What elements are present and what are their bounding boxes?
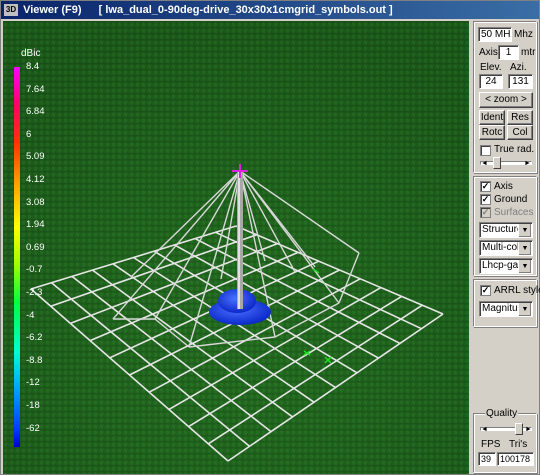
- elevation-label: Elev.: [480, 62, 502, 73]
- title-bar[interactable]: 3D Viewer (F9) [ lwa_dual_0-90deg-drive_…: [1, 1, 539, 19]
- structure-select[interactable]: Structure ▼: [479, 222, 533, 238]
- legend-tick-label: -62: [26, 422, 40, 434]
- tris-label: Tri's: [509, 439, 528, 450]
- fps-label: FPS: [481, 439, 501, 450]
- arrl-style-label: ARRL style: [494, 285, 540, 296]
- magnitude-select[interactable]: Magnitud ▼: [479, 301, 533, 317]
- rotc-button[interactable]: Rotc: [479, 125, 505, 140]
- zoom-label: zoom: [493, 94, 519, 105]
- true-rad-checkbox[interactable]: [480, 145, 491, 156]
- legend-tick-label: -8.8: [26, 354, 43, 366]
- legend-tick-label: 3.08: [26, 196, 45, 208]
- azimuth-label: Azi.: [510, 62, 527, 73]
- axis-checkbox[interactable]: ✓: [480, 181, 491, 192]
- true-rad-slider-thumb[interactable]: [493, 157, 501, 169]
- legend-tick-label: -0.7: [26, 264, 43, 276]
- app-icon: 3D: [4, 4, 18, 16]
- axis-length-field[interactable]: 1: [498, 45, 519, 60]
- legend-unit: dBic: [21, 48, 41, 59]
- viewer-window: 3D Viewer (F9) [ lwa_dual_0-90deg-drive_…: [0, 0, 540, 475]
- legend-tick-label: -18: [26, 400, 40, 411]
- axis-length-label: Axis: [479, 47, 498, 58]
- legend-tick-label: 5.09: [26, 151, 45, 163]
- check-icon: ✓: [481, 207, 490, 217]
- slider-arrow-icon[interactable]: ►: [525, 424, 532, 436]
- magnitude-select-value: Magnitud: [482, 303, 524, 314]
- file-name: [ lwa_dual_0-90deg-drive_30x30x1cmgrid_s…: [98, 4, 393, 16]
- quality-label: Quality: [485, 408, 519, 420]
- check-icon: ✓: [481, 194, 490, 204]
- structure-select-value: Structure: [482, 224, 523, 235]
- quality-slider-thumb[interactable]: [515, 423, 523, 435]
- legend-tick-label: 1.94: [26, 219, 45, 231]
- check-icon: ✓: [481, 181, 490, 191]
- zoom-control[interactable]: < zoom >: [479, 92, 533, 108]
- window-title: Viewer (F9): [23, 4, 82, 16]
- res-button[interactable]: Res: [507, 110, 533, 125]
- antenna-mast-highlight: [238, 171, 240, 309]
- legend-tick-label: 7.64: [26, 83, 45, 95]
- check-icon: ✓: [481, 285, 490, 295]
- dropdown-arrow-icon[interactable]: ▼: [518, 260, 531, 273]
- surfaces-checkbox[interactable]: ✓: [480, 207, 491, 218]
- color-scale-bar: [14, 67, 20, 447]
- slider-arrow-icon[interactable]: ◄: [481, 158, 488, 170]
- dropdown-arrow-icon[interactable]: ▼: [518, 224, 531, 237]
- dropdown-arrow-icon[interactable]: ▼: [518, 303, 531, 316]
- ground-checkbox[interactable]: ✓: [480, 194, 491, 205]
- slider-arrow-icon[interactable]: ◄: [481, 424, 488, 436]
- dropdown-arrow-icon[interactable]: ▼: [518, 242, 531, 255]
- legend-tick-label: 4.12: [26, 174, 45, 185]
- control-panel: 50 MHz Mhz Axis 1 mtr Elev. Azi. 24 131 …: [473, 21, 540, 474]
- tris-value: 100178: [497, 452, 534, 466]
- surfaces-checkbox-label: Surfaces: [494, 207, 534, 218]
- legend-tick-label: -12: [26, 377, 40, 389]
- axis-checkbox-label: Axis: [494, 181, 513, 192]
- ground-checkbox-label: Ground: [494, 194, 528, 205]
- 3d-viewport[interactable]: dBic 8.4 7.64 6.84 6 5.09 4.12 3.08 1.94 0.69 -0.…: [3, 21, 469, 474]
- ground-texture: [3, 21, 469, 474]
- legend-tick-label: 8.4: [26, 61, 40, 72]
- color-mode-select[interactable]: Multi-colo ▼: [479, 240, 533, 256]
- legend-tick-label: -2.3: [26, 287, 43, 298]
- scene-canvas: [3, 21, 469, 474]
- ident-button[interactable]: Ident: [479, 110, 505, 125]
- legend-tick-label: 6: [26, 128, 32, 140]
- frequency-field[interactable]: 50 MHz: [478, 27, 512, 42]
- fps-value: 39: [478, 452, 496, 466]
- legend-tick-label: 6.84: [26, 106, 45, 118]
- legend-tick-label: -6.2: [26, 332, 43, 344]
- slider-arrow-icon[interactable]: ►: [524, 158, 531, 170]
- elevation-field[interactable]: 24: [479, 74, 503, 89]
- col-button[interactable]: Col: [507, 125, 533, 140]
- zoom-in-button[interactable]: >: [521, 94, 527, 105]
- axis-length-unit: mtr: [521, 47, 536, 58]
- legend-tick-label: -4: [26, 309, 35, 321]
- zoom-out-button[interactable]: <: [485, 94, 491, 105]
- azimuth-field[interactable]: 131: [508, 74, 533, 89]
- arrl-style-checkbox[interactable]: ✓: [480, 285, 491, 296]
- true-rad-label: True rad.: [494, 144, 535, 155]
- legend-tick-label: 0.69: [26, 241, 45, 253]
- frequency-unit: Mhz: [514, 29, 533, 40]
- polarization-select[interactable]: Lhcp-gair ▼: [479, 258, 533, 274]
